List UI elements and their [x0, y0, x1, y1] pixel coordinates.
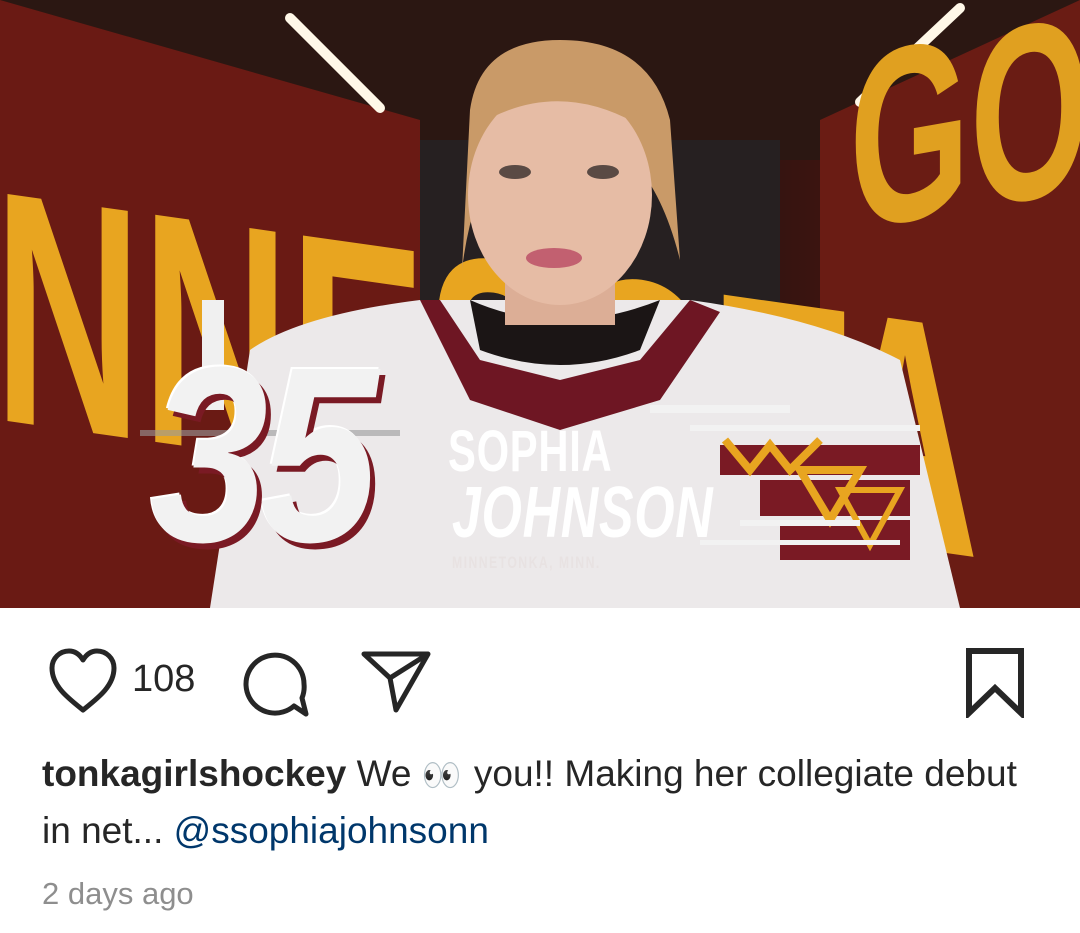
comment-button[interactable] — [240, 648, 312, 720]
like-count[interactable]: 108 — [132, 658, 195, 701]
caption-mention-link[interactable]: @ssophiajohnsonn — [174, 810, 489, 851]
player-hometown: MINNETONKA, MINN. — [452, 553, 601, 572]
caption-username[interactable]: tonkagirlshockey — [42, 753, 346, 794]
save-button[interactable] — [964, 646, 1026, 721]
eyes-emoji: 👀 — [421, 757, 464, 793]
post-timestamp: 2 days ago — [42, 876, 194, 911]
jersey-number: 35 — [150, 315, 378, 594]
bookmark-icon — [966, 648, 1024, 721]
post-actions-bar: 108 — [0, 608, 1080, 748]
like-button[interactable] — [48, 648, 118, 714]
paper-plane-icon — [361, 651, 431, 713]
comment-icon — [243, 652, 309, 717]
right-wall-text: GOPH — [849, 0, 1080, 284]
post-caption: tonkagirlshockey We 👀 you!! Making her c… — [42, 746, 1042, 859]
post-media[interactable]: NNESOTA GOPH — [0, 0, 1080, 608]
player-last-name: JOHNSON — [452, 473, 714, 553]
share-button[interactable] — [360, 648, 432, 714]
heart-icon — [49, 648, 117, 713]
caption-text-start: We — [356, 753, 412, 794]
